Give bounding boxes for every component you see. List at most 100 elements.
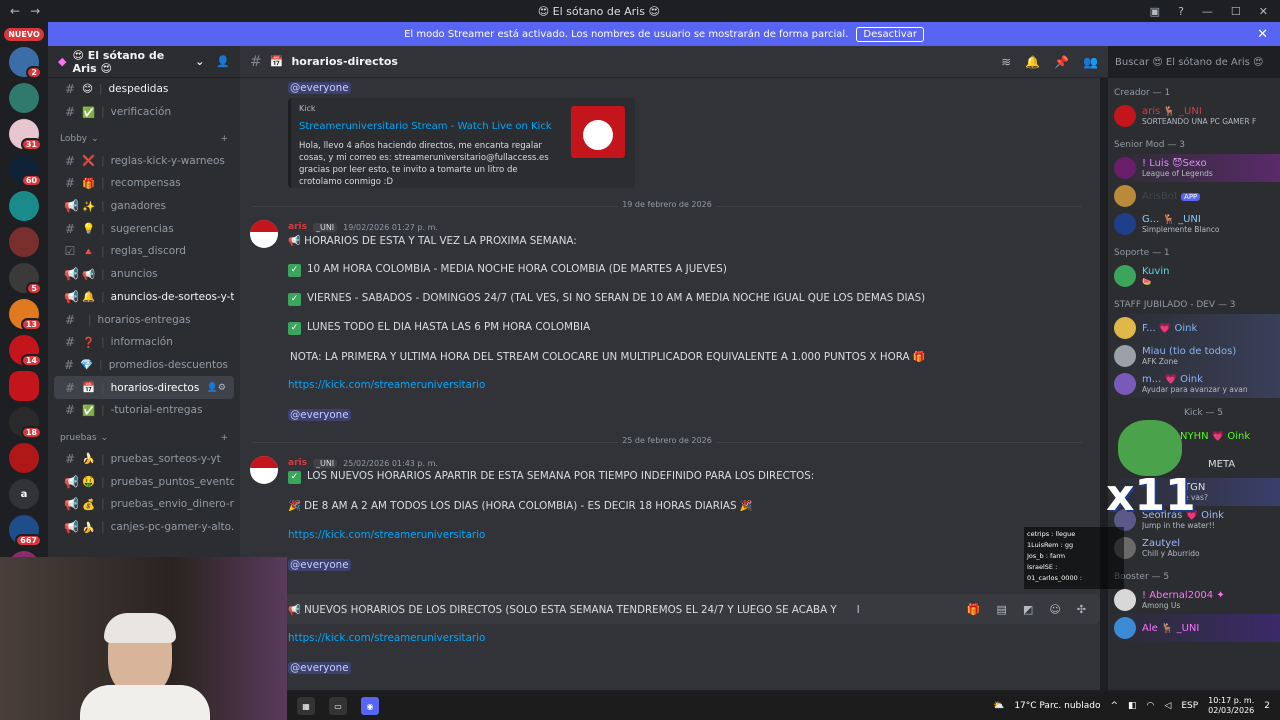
message-link[interactable]: https://kick.com/streameruniversitario <box>288 632 485 644</box>
server-icon[interactable] <box>9 83 39 113</box>
member-item[interactable]: Miau (tio de todos) AFK Zone <box>1108 342 1280 370</box>
server-icon[interactable]: 18 <box>9 407 42 439</box>
avatar[interactable] <box>250 220 278 248</box>
separator: | <box>101 521 105 534</box>
everyone-mention[interactable]: @everyone <box>288 662 351 674</box>
username[interactable]: aris <box>288 222 307 232</box>
discord-taskbar-icon[interactable]: ◉ <box>361 697 379 715</box>
network-icon[interactable]: ◧ <box>1128 701 1137 711</box>
minimize-icon[interactable]: — <box>1202 5 1213 18</box>
channel-despedidas[interactable]: # 😊 | despedidas <box>54 78 234 101</box>
message-link[interactable]: https://kick.com/streameruniversitario <box>288 529 485 541</box>
channel-ganadores[interactable]: 📢 ✨ | ganadores <box>54 195 234 218</box>
everyone-mention[interactable]: @everyone <box>288 409 351 421</box>
server-icon[interactable]: 31 <box>9 119 42 151</box>
channel-horarios-entregas[interactable]: # | horarios-entregas <box>54 308 234 331</box>
server-icon[interactable]: 667 <box>9 515 42 547</box>
channel-anuncios[interactable]: 📢 📢 | anuncios <box>54 263 234 286</box>
member-item[interactable]: G... 🦌 _UNI Simplemente Blanco <box>1108 210 1280 238</box>
tray-chevron-icon[interactable]: ^ <box>1110 701 1118 711</box>
close-banner-icon[interactable]: ✕ <box>1257 27 1268 42</box>
everyone-mention[interactable]: @everyone <box>288 559 351 571</box>
channel-pruebas-puntos-evento[interactable]: 📢 🤑 | pruebas_puntos_evento... <box>54 470 234 493</box>
pin-icon[interactable]: 📌 <box>1054 55 1069 69</box>
message-composer[interactable]: 📢 NUEVOS HORARIOS DE LOS DIRECTOS (SOLO … <box>240 594 1100 624</box>
server-icon[interactable] <box>9 227 39 257</box>
emoji-icon[interactable]: ☺ <box>1049 603 1060 616</box>
everyone-mention[interactable]: @everyone <box>288 82 351 94</box>
notification-count[interactable]: 2 <box>1264 701 1270 711</box>
deactivate-button[interactable]: Desactivar <box>856 26 924 42</box>
channel-canjes-pc-gamer-y-alto[interactable]: 📢 🍌 | canjes-pc-gamer-y-alto... <box>54 516 234 539</box>
member-item[interactable]: ArisBot APP <box>1108 182 1280 210</box>
close-window-icon[interactable]: ✕ <box>1259 5 1268 18</box>
server-icon[interactable]: 14 <box>9 335 42 367</box>
server-icon[interactable]: a <box>9 479 39 509</box>
wifi-icon[interactable]: ◠ <box>1147 701 1155 711</box>
channel-promedios-descuentos[interactable]: # 💎 | promedios-descuentos <box>54 354 234 377</box>
server-icon[interactable]: 5 <box>9 263 42 295</box>
server-icon[interactable] <box>9 443 39 473</box>
message-link[interactable]: https://kick.com/streameruniversitario <box>288 379 485 391</box>
channel-reglas-kick-y-warneos[interactable]: # ❌ | reglas-kick-y-warneos <box>54 149 234 172</box>
gif-icon[interactable]: ▤ <box>997 603 1007 616</box>
composer-text[interactable]: 📢 NUEVOS HORARIOS DE LOS DIRECTOS (SOLO … <box>288 603 837 616</box>
member-item[interactable]: ! Luis 😈Sexo League of Legends <box>1108 154 1280 182</box>
channel-anuncios-de-sorteos-y-t[interactable]: 📢 🔔 | anuncios-de-sorteos-y-t... <box>54 286 234 309</box>
maximize-icon[interactable]: ☐ <box>1231 5 1241 18</box>
search-input[interactable]: Buscar 😍 El sótano de Aris 😍 <box>1108 50 1274 74</box>
username[interactable]: aris <box>288 458 307 468</box>
member-item[interactable]: aris 🦌 _UNI SORTEANDO UNA PC GAMER F <box>1108 102 1280 130</box>
server-icon[interactable] <box>9 191 39 221</box>
server-icon-active[interactable] <box>9 371 39 401</box>
embed-thumbnail[interactable] <box>571 106 625 158</box>
new-badge[interactable]: NUEVO <box>4 28 44 41</box>
avatar[interactable] <box>250 456 278 484</box>
webcam-overlay <box>0 557 287 720</box>
category-lobby[interactable]: Lobby ⌄ + <box>48 129 240 149</box>
channel-horarios-directos[interactable]: # 📅 | horarios-directos 👤⚙ <box>54 376 234 399</box>
member-item[interactable]: Ale 🦌 _UNI <box>1108 614 1280 642</box>
member-item[interactable]: Zautyel Chill y Aburrido <box>1108 534 1280 562</box>
channel-settings-icon[interactable]: 👤⚙ <box>207 383 226 393</box>
volume-icon[interactable]: ◁ <box>1164 701 1171 711</box>
back-arrow-icon[interactable]: ← <box>10 4 20 18</box>
server-icon[interactable]: 13 <box>9 299 42 331</box>
add-channel-icon[interactable]: + <box>220 134 228 144</box>
sticker-icon[interactable]: ◩ <box>1023 603 1033 616</box>
weather-text[interactable]: 17°C Parc. nublado <box>1014 701 1100 711</box>
clock[interactable]: 10:17 p. m. 02/03/2026 <box>1208 696 1254 716</box>
inbox-icon[interactable]: ▣ <box>1150 5 1160 18</box>
channel-reglas-discord[interactable]: ☑ 🔺 | reglas_discord <box>54 240 234 263</box>
channel-recompensas[interactable]: # 🎁 | recompensas <box>54 172 234 195</box>
channel-pruebas-sorteos-y-yt[interactable]: # 🍌 | pruebas_sorteos-y-yt <box>54 448 234 471</box>
server-icon[interactable]: 60 <box>9 155 42 187</box>
threads-icon[interactable]: ≋ <box>1001 55 1011 69</box>
channel-informaci-n[interactable]: # ❓ | información <box>54 331 234 354</box>
channel-verificaci-n[interactable]: # ✅ | verificación <box>54 101 234 124</box>
member-item[interactable]: F... 💗 Oink <box>1108 314 1280 342</box>
category-pruebas[interactable]: pruebas ⌄ + <box>48 428 240 448</box>
channel-pruebas-envio-dinero-r[interactable]: 📢 💰 | pruebas_envio_dinero-r... <box>54 493 234 516</box>
channel-sugerencias[interactable]: # 💡 | sugerencias <box>54 217 234 240</box>
bell-icon[interactable]: 🔔 <box>1025 55 1040 69</box>
server-icon[interactable]: 2 <box>9 47 42 79</box>
channel-emoji-icon: 💡 <box>82 223 96 236</box>
apps-icon[interactable]: ✣ <box>1077 603 1086 616</box>
members-icon[interactable]: 👥 <box>1083 55 1098 69</box>
help-icon[interactable]: ? <box>1178 5 1184 18</box>
language-indicator[interactable]: ESP <box>1181 701 1198 711</box>
add-channel-icon[interactable]: + <box>220 433 228 443</box>
add-member-icon[interactable]: 👤 <box>216 55 230 68</box>
channel--tutorial-entregas[interactable]: # ✅ | -tutorial-entregas <box>54 399 234 422</box>
role-header: STAFF JUBILADO - DEV — 3 <box>1114 300 1236 310</box>
taskbar-app-icon[interactable]: ▭ <box>329 697 347 715</box>
message-header: aris _UNI 19/02/2026 01:27 p. m. <box>288 222 438 232</box>
member-item[interactable]: ! Abernal2004 ✦ Among Us <box>1108 586 1280 614</box>
gift-icon[interactable]: 🎁 <box>967 603 981 616</box>
member-item[interactable]: m... 💗 Oink Ayudar para avanzar y avan <box>1108 370 1280 398</box>
forward-arrow-icon[interactable]: → <box>30 4 40 18</box>
taskbar-app-icon[interactable]: ▦ <box>297 697 315 715</box>
server-header[interactable]: ◆ 😍 El sótano de Aris 😍 ⌄ 👤 <box>48 46 240 78</box>
member-item[interactable]: Kuvin 🍉 <box>1108 262 1280 290</box>
